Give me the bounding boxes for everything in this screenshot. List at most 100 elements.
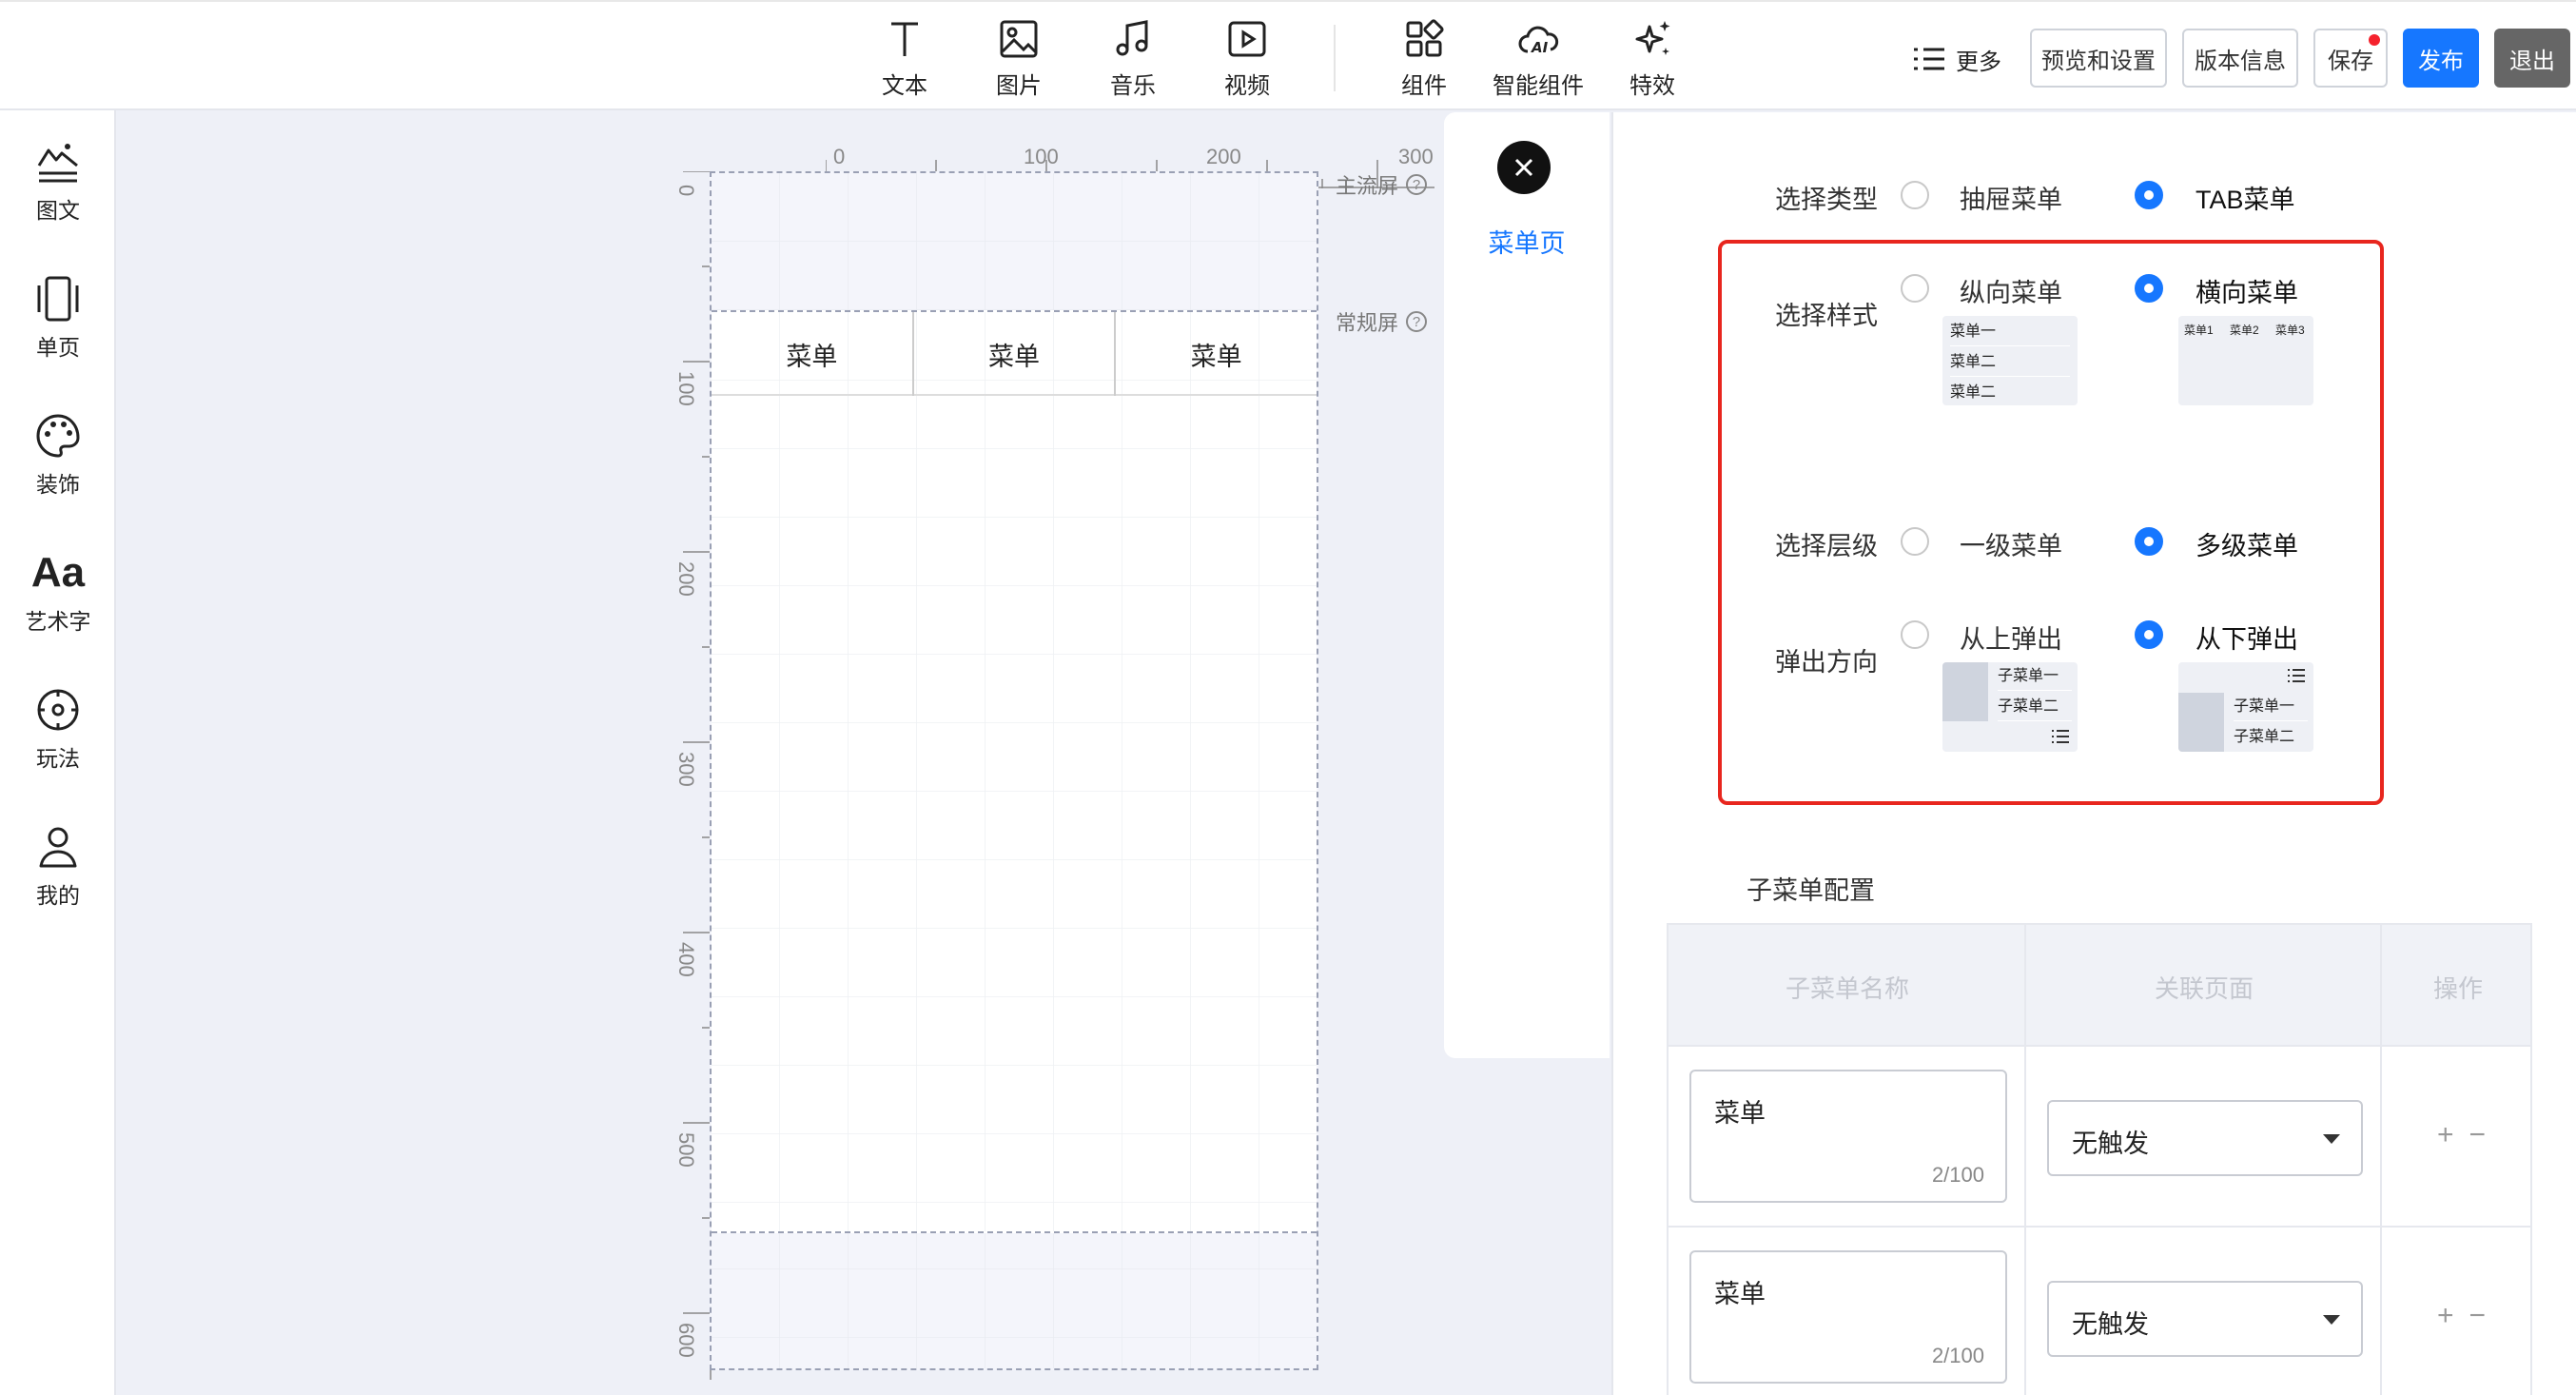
char-count: 2/100 <box>1931 1163 1984 1187</box>
help-icon[interactable]: ? <box>1406 174 1428 195</box>
type-drawer-radio[interactable] <box>1901 181 1929 209</box>
music-icon <box>1116 20 1148 56</box>
row-actions: + − <box>2437 1119 2486 1151</box>
tool-label: 智能组件 <box>1493 73 1584 99</box>
music-tool-button[interactable]: 音乐 <box>1081 17 1185 103</box>
ruler-tick-label: 600 <box>674 1323 698 1358</box>
tool-label: 视频 <box>1224 73 1270 99</box>
preview-side-block <box>2178 693 2224 752</box>
type-tab-option[interactable]: TAB菜单 <box>2195 179 2295 216</box>
palette-icon <box>36 414 80 458</box>
preview-settings-button[interactable]: 预览和设置 <box>2030 29 2167 88</box>
type-tab-radio[interactable] <box>2135 181 2163 209</box>
popup-top-preview: 子菜单一 子菜单二 <box>1942 662 2078 752</box>
publish-button[interactable]: 发布 <box>2403 29 2479 88</box>
image-icon <box>1000 20 1038 58</box>
horizontal-style-preview: 菜单1 菜单2 菜单3 <box>2178 316 2313 405</box>
effects-tool-button[interactable]: 特效 <box>1600 17 1705 103</box>
style-vertical-radio[interactable] <box>1901 274 1929 303</box>
sidebar-item-label: 图文 <box>36 198 80 223</box>
style-vertical-option[interactable]: 纵向菜单 <box>1960 272 2062 309</box>
publish-label: 发布 <box>2418 48 2464 74</box>
ai-components-tool-button[interactable]: AI 智能组件 <box>1486 17 1590 103</box>
type-drawer-option[interactable]: 抽屉菜单 <box>1960 179 2062 216</box>
sidebar-item-gameplay[interactable]: 玩法 <box>0 685 116 799</box>
ruler-tick-label: 500 <box>674 1132 698 1168</box>
graphic-text-icon <box>37 144 78 183</box>
sidebar-item-label: 我的 <box>36 883 80 908</box>
components-tool-button[interactable]: 组件 <box>1372 17 1476 103</box>
ruler-tick-label: 100 <box>674 371 698 406</box>
main-screen-label: 主流屏 ? <box>1336 169 1428 200</box>
submenu-table: 子菜单名称 关联页面 操作 菜单 2/100 无触发 + − 菜单 2/100 <box>1667 923 2532 1395</box>
remove-row-icon[interactable]: − <box>2469 1300 2487 1332</box>
linked-page-value: 无触发 <box>2072 1130 2149 1158</box>
popup-bottom-radio[interactable] <box>2135 620 2163 649</box>
preview-side-block <box>1942 662 1988 721</box>
user-icon <box>39 827 77 868</box>
tab-menu-item[interactable]: 菜单 <box>1116 312 1317 396</box>
svg-text:AI: AI <box>1531 39 1549 56</box>
ruler-tick-label: 100 <box>1024 145 1059 168</box>
remove-row-icon[interactable]: − <box>2469 1119 2487 1151</box>
help-icon[interactable]: ? <box>1406 311 1428 332</box>
linked-page-select[interactable]: 无触发 <box>2047 1100 2363 1176</box>
main-screen-text: 主流屏 <box>1336 174 1399 198</box>
version-info-button[interactable]: 版本信息 <box>2182 29 2298 88</box>
level-multi-option[interactable]: 多级菜单 <box>2195 525 2298 562</box>
add-row-icon[interactable]: + <box>2437 1119 2454 1151</box>
sidebar-item-decoration[interactable]: 装饰 <box>0 411 116 525</box>
video-tool-button[interactable]: 视频 <box>1195 17 1299 103</box>
tool-label: 组件 <box>1401 73 1447 99</box>
sidebar-item-art-text[interactable]: Aa 艺术字 <box>0 548 116 662</box>
menu-page-title[interactable]: 菜单页 <box>1444 223 1610 260</box>
style-horizontal-radio[interactable] <box>2135 274 2163 303</box>
sidebar-item-mine[interactable]: 我的 <box>0 822 116 936</box>
preview-row: 子菜单一 <box>1998 662 2072 691</box>
level-multi-radio[interactable] <box>2135 527 2163 556</box>
add-row-icon[interactable]: + <box>2437 1300 2454 1332</box>
popup-bottom-preview: 子菜单一 子菜单二 <box>2178 662 2313 752</box>
main-screen-area[interactable]: 菜单 菜单 菜单 <box>712 310 1317 1233</box>
table-row: 菜单 2/100 无触发 + − <box>1667 1047 2532 1228</box>
more-label: 更多 <box>1956 49 2001 75</box>
caret-down-icon <box>2323 1134 2340 1144</box>
text-tool-button[interactable]: 文本 <box>852 17 957 103</box>
image-tool-button[interactable]: 图片 <box>966 17 1071 103</box>
tool-label: 音乐 <box>1110 73 1156 99</box>
column-header: 关联页面 <box>2154 973 2254 1003</box>
ruler-tick-label: 400 <box>674 942 698 977</box>
list-icon <box>2288 669 2305 682</box>
preview-tab: 菜单2 <box>2230 324 2259 337</box>
tab-menu-item[interactable]: 菜单 <box>914 312 1117 396</box>
submenu-name-input[interactable]: 菜单 2/100 <box>1689 1070 2007 1203</box>
preview-row: 子菜单二 <box>1998 693 2072 721</box>
linked-page-value: 无触发 <box>2072 1310 2149 1339</box>
level-label: 选择层级 <box>1775 532 1878 560</box>
toolbar-divider <box>1334 25 1336 91</box>
row-actions: + − <box>2437 1300 2486 1332</box>
submenu-name-input[interactable]: 菜单 2/100 <box>1689 1250 2007 1384</box>
video-icon <box>1228 21 1266 57</box>
sidebar-item-graphic-text[interactable]: 图文 <box>0 137 116 251</box>
content-grid <box>712 312 1317 1231</box>
linked-page-select[interactable]: 无触发 <box>2047 1281 2363 1357</box>
level-single-option[interactable]: 一级菜单 <box>1960 525 2062 562</box>
save-button[interactable]: 保存 <box>2313 29 2388 88</box>
top-toolbar: 文本 图片 音乐 视频 组件 AI 智能组件 特效 更多 预览和设置 版本信息 … <box>0 0 2576 110</box>
style-horizontal-option[interactable]: 横向菜单 <box>2195 272 2298 309</box>
char-count: 2/100 <box>1931 1344 1984 1367</box>
submenu-name-value: 菜单 <box>1714 1280 1766 1308</box>
more-menu-button[interactable]: 更多 <box>1912 38 2001 80</box>
popup-bottom-option[interactable]: 从下弹出 <box>2195 619 2298 656</box>
level-single-radio[interactable] <box>1901 527 1929 556</box>
ruler-tick-label: 200 <box>1206 145 1241 168</box>
popup-top-option[interactable]: 从上弹出 <box>1960 619 2062 656</box>
close-button[interactable] <box>1497 141 1551 194</box>
ruler-tick-label: 200 <box>674 561 698 597</box>
popup-top-radio[interactable] <box>1901 620 1929 649</box>
tab-menu-item[interactable]: 菜单 <box>712 312 914 396</box>
submenu-config-title: 子菜单配置 <box>1747 876 1875 905</box>
exit-button[interactable]: 退出 <box>2494 29 2570 88</box>
sidebar-item-single-page[interactable]: 单页 <box>0 274 116 388</box>
